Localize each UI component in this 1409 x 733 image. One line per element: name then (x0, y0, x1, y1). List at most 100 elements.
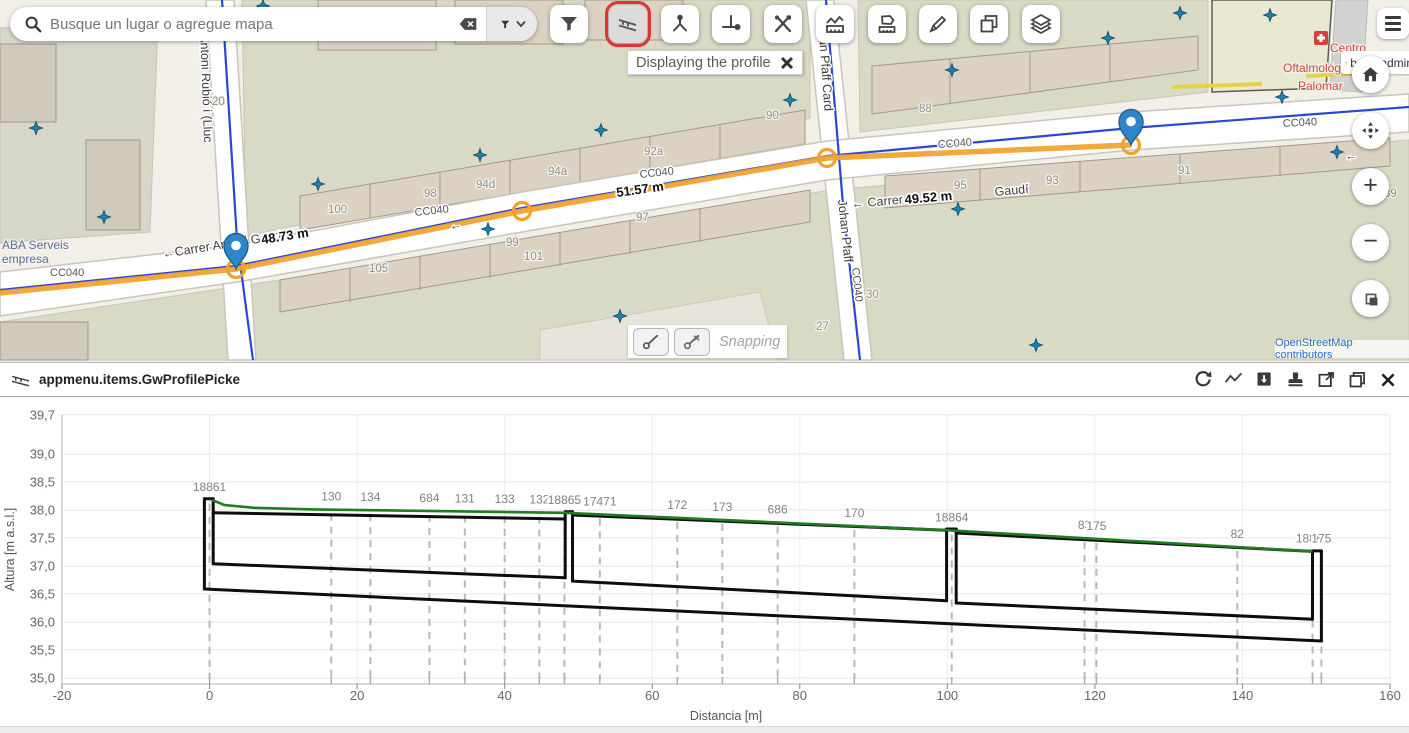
layers-button[interactable] (1022, 5, 1060, 43)
open-window-button[interactable] (1315, 369, 1337, 391)
stacked-squares-icon (1360, 288, 1382, 310)
map-label: 88 (919, 103, 932, 115)
search-icon (22, 13, 44, 35)
profile-chart-button[interactable] (816, 5, 854, 43)
app-window: d'Antoni Rubió i (LlucJohan Pfaff CardJo… (0, 0, 1409, 733)
map-label: CC040 (1283, 116, 1318, 130)
search-input[interactable] (44, 15, 450, 34)
x-tick-label: 20 (350, 688, 364, 703)
x-tick-label: 80 (793, 688, 807, 703)
profile-tool-button[interactable] (609, 5, 647, 43)
arc-label: 173 (712, 500, 732, 514)
y-tick-label: 39,0 (30, 447, 55, 462)
zoom-in-button[interactable]: + (1352, 168, 1389, 205)
snapping-label: Snapping (719, 334, 780, 350)
map-label: 92a (644, 146, 664, 158)
arc-label: 684 (419, 491, 439, 505)
duplicate-panel-button[interactable] (1346, 369, 1368, 391)
panel-header: appmenu.items.GwProfilePicke (0, 363, 1409, 397)
arc-label: 134 (360, 490, 380, 504)
duplicate-map-button[interactable] (970, 5, 1008, 43)
measure-area-button[interactable] (868, 5, 906, 43)
locate-button[interactable] (1352, 112, 1389, 149)
chart-grid (62, 415, 1390, 684)
refresh-icon (1192, 369, 1213, 390)
hamburger-menu-button[interactable] (1377, 8, 1409, 39)
map-label: 97 (636, 212, 649, 224)
y-tick-label: 35,5 (30, 643, 55, 658)
crosshair-icon (1359, 119, 1382, 142)
snap-off-button[interactable] (674, 328, 710, 356)
save-image-button[interactable] (1253, 369, 1275, 391)
layers-icon (1029, 12, 1053, 36)
y-tick-label: 39,7 (30, 407, 55, 422)
interpolate-button[interactable] (1222, 369, 1244, 391)
snap-icon (641, 332, 661, 352)
map-label: 105 (369, 263, 388, 275)
map-label: 94d (476, 179, 495, 191)
pencil-icon (926, 12, 950, 36)
map-label: 100 (328, 204, 347, 216)
tools-button[interactable] (764, 5, 802, 43)
pipe-node-button[interactable] (712, 5, 750, 43)
export-stamp-button[interactable] (1284, 369, 1306, 391)
map-label: Palomar (1298, 79, 1343, 93)
funnel-icon (557, 12, 581, 36)
chart-ruler-icon (823, 12, 847, 36)
filter-button[interactable] (550, 5, 588, 43)
zigzag-icon (1223, 369, 1244, 390)
map-label: 99 (506, 237, 519, 249)
pipe-node-icon (719, 12, 743, 36)
y-tick-label: 38,5 (30, 475, 55, 490)
profile-icon (10, 372, 32, 388)
map-label: 90 (766, 110, 779, 122)
x-tick-label: 120 (1084, 688, 1106, 703)
map-label: 101 (524, 251, 543, 263)
map-canvas[interactable]: d'Antoni Rubió i (LlucJohan Pfaff CardJo… (0, 0, 1409, 362)
zoom-out-button[interactable]: − (1352, 224, 1389, 261)
y-tick-label: 35,0 (30, 671, 55, 686)
node-label: 18865 (548, 493, 582, 507)
y-tick-label: 37,0 (30, 559, 55, 574)
y-axis-title: Altura [m a.s.l.] (3, 508, 17, 591)
map-label: ← (1344, 148, 1357, 163)
x-axis-title: Distancia [m] (690, 709, 762, 723)
node-label: 18861 (193, 480, 227, 494)
arc-label: 130 (321, 490, 341, 504)
pipe-structure (204, 499, 1321, 641)
hospital-icon (1314, 31, 1328, 45)
panel-footer[interactable] (0, 726, 1409, 733)
close-icon[interactable] (780, 56, 794, 70)
refresh-button[interactable] (1191, 369, 1213, 391)
search-filter-dropdown[interactable] (486, 7, 537, 41)
panel-title: appmenu.items.GwProfilePicke (39, 372, 240, 387)
map-label: ABA Serveis (2, 238, 69, 252)
x-tick-label: 140 (1232, 688, 1254, 703)
save-image-icon (1254, 369, 1275, 390)
map-label: Oftalmológ (1283, 61, 1341, 75)
clear-search-icon[interactable] (458, 16, 478, 32)
x-tick-label: 60 (645, 688, 659, 703)
zoom-in-label: + (1363, 171, 1378, 200)
map-label: 95 (954, 180, 967, 192)
map-label: 93 (1046, 175, 1059, 187)
x-tick-label: 160 (1379, 688, 1401, 703)
map-attribution[interactable]: OpenStreetMap contributors (1275, 340, 1409, 358)
chevron-down-icon (516, 20, 526, 28)
search-bar[interactable] (10, 7, 537, 41)
tooltip: Displaying the profile (627, 50, 803, 75)
profile-icon (616, 12, 640, 36)
close-icon (1379, 371, 1397, 389)
open-external-icon (1316, 369, 1337, 390)
map-label: 30 (866, 289, 879, 301)
snap-on-button[interactable] (633, 328, 669, 356)
y-tick-label: 37,5 (30, 531, 55, 546)
home-button[interactable] (1352, 56, 1389, 93)
panel-actions (1191, 369, 1399, 391)
snapping-control: Snapping (628, 325, 787, 358)
close-panel-button[interactable] (1377, 369, 1399, 391)
basemap-button[interactable] (1352, 280, 1389, 317)
map-label: 27 (816, 321, 829, 333)
draw-button[interactable] (919, 5, 957, 43)
node-branch-button[interactable] (661, 5, 699, 43)
